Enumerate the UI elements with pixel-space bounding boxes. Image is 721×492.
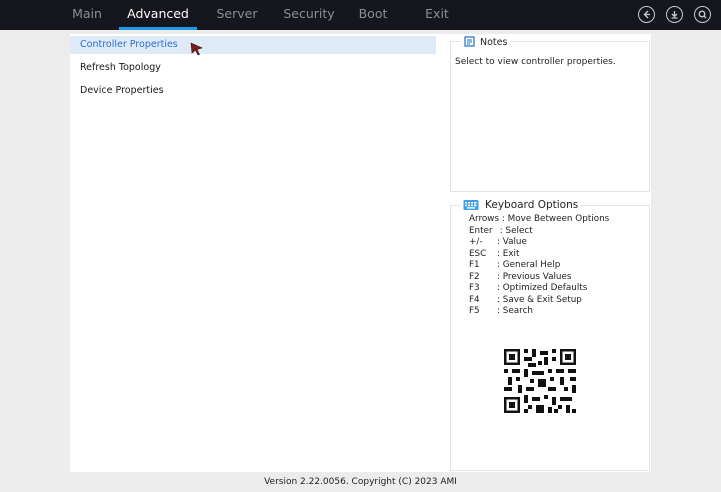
mouse-cursor-icon — [190, 42, 203, 56]
keyboard-line: F4 : Save & Exit Setup — [469, 295, 582, 306]
footer-version: Version 2.22.0056. Copyright (C) 2023 AM… — [0, 473, 721, 492]
menu-item-controller-properties[interactable]: Controller Properties — [70, 36, 436, 54]
keyboard-options-label: Keyboard Options — [485, 199, 579, 211]
notes-title: Notes — [461, 36, 511, 50]
back-icon[interactable] — [638, 6, 655, 23]
download-icon[interactable] — [666, 6, 683, 23]
kb-desc: : Select — [499, 226, 533, 236]
keyboard-line: F3 : Optimized Defaults — [469, 283, 587, 294]
kb-desc: : Exit — [497, 249, 520, 259]
kb-key: F2 — [469, 272, 480, 282]
tab-security[interactable]: Security — [279, 0, 339, 30]
qr-code — [498, 345, 582, 417]
kb-key: Arrows — [469, 214, 500, 224]
keyboard-line: +/- : Value — [469, 237, 527, 248]
keyboard-line: F2 : Previous Values — [469, 272, 571, 283]
keyboard-options-title: Keyboard Options — [460, 197, 582, 213]
tab-main[interactable]: Main — [68, 0, 106, 30]
kb-desc: : Save & Exit Setup — [497, 295, 582, 305]
keyboard-line: ESC : Exit — [469, 249, 519, 260]
kb-desc: : Search — [497, 306, 533, 316]
keyboard-line: F1 : General Help — [469, 260, 560, 271]
keyboard-line: F5 : Search — [469, 306, 533, 317]
menu-panel: Controller Properties Refresh Topology D… — [70, 34, 450, 472]
kb-key: ESC — [469, 249, 487, 259]
kb-desc: : Optimized Defaults — [497, 283, 588, 293]
notes-title-label: Notes — [480, 37, 508, 48]
menu-item-device-properties[interactable]: Device Properties — [70, 82, 436, 100]
keyboard-icon — [463, 200, 479, 210]
kb-key: +/- — [469, 237, 483, 247]
keyboard-line: Enter : Select — [469, 226, 533, 237]
kb-desc: : Previous Values — [497, 272, 572, 282]
kb-desc: : Move Between Options — [501, 214, 610, 224]
kb-key: Enter — [469, 226, 493, 236]
tab-boot[interactable]: Boot — [353, 0, 393, 30]
kb-key: F3 — [469, 283, 480, 293]
kb-key: F1 — [469, 260, 480, 270]
notes-icon — [464, 36, 475, 47]
search-icon[interactable] — [694, 6, 711, 23]
tab-advanced[interactable]: Advanced — [119, 0, 197, 30]
keyboard-line: Arrows : Move Between Options — [469, 214, 609, 225]
tab-exit[interactable]: Exit — [418, 0, 456, 30]
notes-text: Select to view controller properties. — [455, 57, 616, 67]
kb-key: F4 — [469, 295, 480, 305]
kb-desc: : Value — [497, 237, 527, 247]
menu-item-refresh-topology[interactable]: Refresh Topology — [70, 59, 436, 77]
kb-key: F5 — [469, 306, 480, 316]
kb-desc: : General Help — [497, 260, 561, 270]
tab-server[interactable]: Server — [210, 0, 264, 30]
top-navigation-bar: Main Advanced Server Security Boot Exit — [0, 0, 721, 30]
